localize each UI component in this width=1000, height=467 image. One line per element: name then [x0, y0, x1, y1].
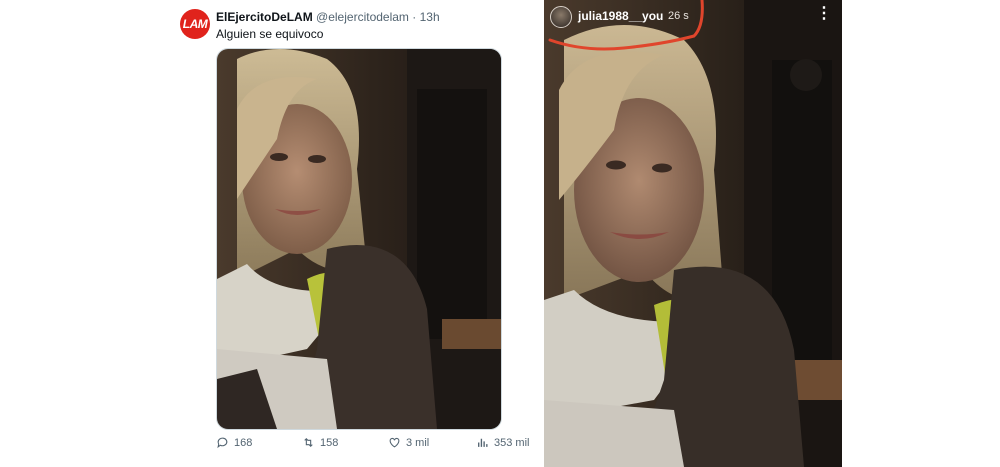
story-screenshot: julia1988__you 26 s ⋮: [544, 0, 842, 467]
retweet-count: 158: [320, 436, 339, 449]
selfie-photo: [217, 49, 501, 429]
tweet-card[interactable]: LAM ElEjercitoDeLAM @elejercitodelam · 1…: [170, 0, 542, 467]
tweet-header: ElEjercitoDeLAM @elejercitodelam · 13h: [216, 10, 440, 24]
handle[interactable]: @elejercitodelam: [316, 10, 409, 24]
retweet-icon: [304, 437, 313, 448]
like-icon: [389, 437, 400, 448]
views-button[interactable]: 353 mil: [476, 436, 529, 449]
reply-count: 168: [234, 436, 253, 449]
views-count: 353 mil: [494, 436, 530, 449]
like-count: 3 mil: [406, 436, 430, 449]
tweet-photo[interactable]: [216, 48, 502, 430]
retweet-button[interactable]: 158: [302, 436, 338, 449]
reply-icon: [217, 437, 228, 449]
separator: ·: [412, 10, 417, 24]
reply-button[interactable]: 168: [216, 436, 252, 449]
annotation-arrow-underline: [548, 0, 704, 51]
timestamp[interactable]: 13h: [420, 10, 440, 24]
like-button[interactable]: 3 mil: [388, 436, 429, 449]
tweet-actions: 168 158 3 mil 353 mil: [216, 436, 530, 454]
avatar-logo-text: LAM: [182, 17, 208, 31]
tweet-text: Alguien se equivoco: [216, 27, 324, 41]
display-name[interactable]: ElEjercitoDeLAM: [216, 10, 313, 24]
account-avatar[interactable]: LAM: [180, 9, 210, 39]
views-icon: [478, 438, 488, 447]
